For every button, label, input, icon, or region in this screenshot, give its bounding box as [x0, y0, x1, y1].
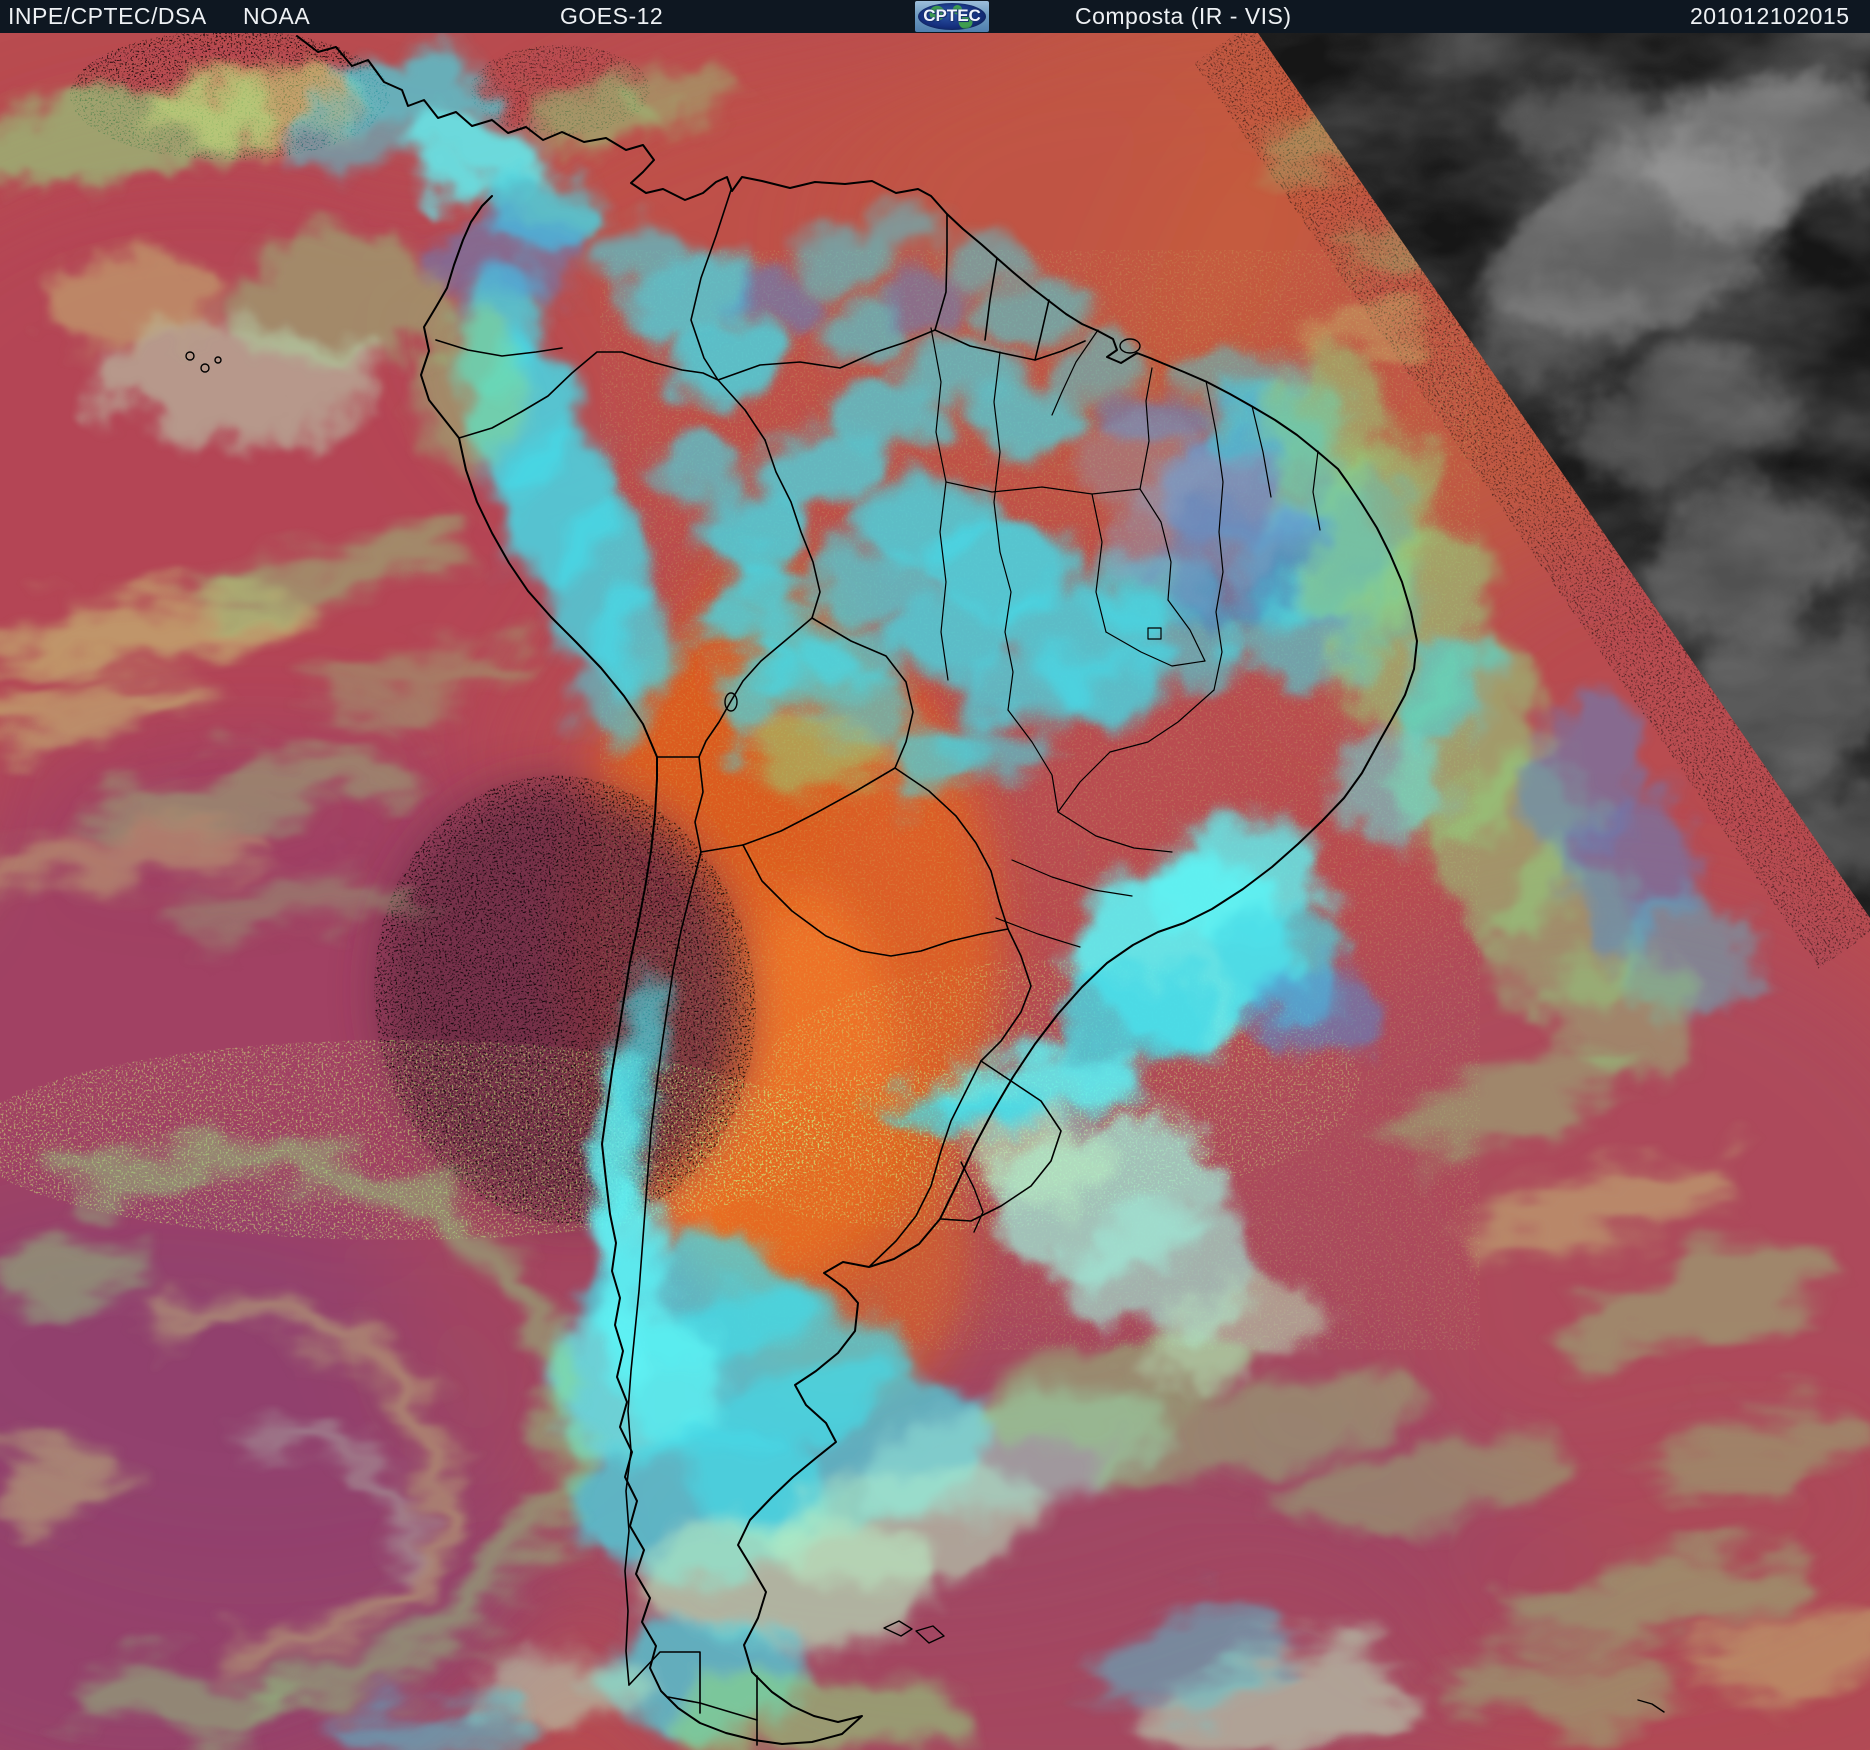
header-bar: INPE/CPTEC/DSA NOAA GOES-12 CPTEC Compos… — [0, 0, 1870, 33]
satellite-label: GOES-12 — [560, 3, 664, 29]
cptec-logo: CPTEC — [915, 1, 989, 32]
agency-label: INPE/CPTEC/DSA — [8, 3, 207, 29]
product-label: Composta (IR - VIS) — [1075, 3, 1292, 29]
noaa-label: NOAA — [243, 3, 311, 29]
satellite-map — [0, 0, 1870, 1750]
cptec-logo-text: CPTEC — [923, 6, 981, 25]
satellite-viewer: INPE/CPTEC/DSA NOAA GOES-12 CPTEC Compos… — [0, 0, 1870, 1750]
timestamp-label: 201012102015 — [1690, 3, 1850, 29]
satellite-image-goes12 — [0, 0, 1870, 1750]
